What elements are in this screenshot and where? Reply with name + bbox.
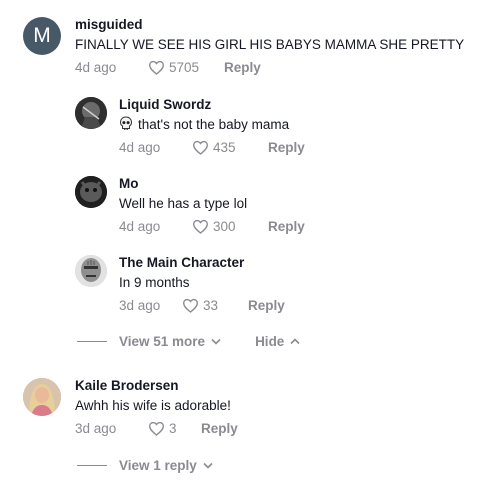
thread-controls: View 1 reply bbox=[77, 458, 213, 473]
avatar-image bbox=[23, 378, 61, 416]
heart-icon bbox=[148, 421, 165, 436]
reply-time: 3d ago bbox=[119, 297, 161, 313]
reply-button[interactable]: Reply bbox=[224, 60, 261, 75]
reply-username[interactable]: The Main Character bbox=[119, 255, 285, 271]
view-more-button[interactable]: View 51 more bbox=[119, 334, 221, 349]
view-replies-label: View 1 reply bbox=[119, 458, 197, 473]
like-button[interactable]: 435 bbox=[192, 140, 268, 155]
comment-username[interactable]: misguided bbox=[75, 17, 464, 33]
hide-label: Hide bbox=[255, 334, 285, 349]
reply-time: 4d ago bbox=[119, 218, 161, 234]
avatar[interactable] bbox=[75, 176, 107, 208]
avatar[interactable] bbox=[75, 255, 107, 287]
avatar[interactable] bbox=[75, 97, 107, 129]
heart-icon bbox=[182, 298, 199, 313]
comment-time: 3d ago bbox=[75, 420, 117, 436]
like-count: 33 bbox=[203, 297, 219, 313]
reply-meta: 4d ago 435 Reply bbox=[119, 138, 305, 156]
comment-body: Kaile Brodersen Awhh his wife is adorabl… bbox=[75, 378, 238, 437]
skull-icon bbox=[119, 116, 133, 130]
reply-body: The Main Character In 9 months 3d ago 33… bbox=[119, 255, 285, 314]
reply-button[interactable]: Reply bbox=[268, 140, 305, 155]
thread-divider bbox=[77, 341, 107, 342]
like-count: 435 bbox=[213, 139, 236, 155]
avatar-letter: M bbox=[33, 24, 51, 47]
comment-meta: 3d ago 3 Reply bbox=[75, 419, 238, 437]
comment-body: misguided FINALLY WE SEE HIS GIRL HIS BA… bbox=[75, 17, 464, 76]
reply-text-row: that's not the baby mama bbox=[119, 116, 305, 133]
reply-time: 4d ago bbox=[119, 139, 161, 155]
like-button[interactable]: 33 bbox=[182, 298, 248, 313]
avatar[interactable]: M bbox=[23, 17, 61, 55]
avatar-image bbox=[75, 97, 107, 129]
heart-icon bbox=[192, 219, 209, 234]
chevron-down-icon bbox=[211, 338, 221, 345]
reply-meta: 3d ago 33 Reply bbox=[119, 296, 285, 314]
chevron-up-icon bbox=[290, 338, 300, 345]
reply-text: In 9 months bbox=[119, 275, 190, 290]
comment-time: 4d ago bbox=[75, 59, 117, 75]
reply-text: Well he has a type lol bbox=[119, 196, 248, 211]
reply-username[interactable]: Mo bbox=[119, 176, 305, 192]
reply-button[interactable]: Reply bbox=[268, 219, 305, 234]
reply-button[interactable]: Reply bbox=[201, 421, 238, 436]
reply-button[interactable]: Reply bbox=[248, 298, 285, 313]
comment-text: Awhh his wife is adorable! bbox=[75, 398, 231, 413]
avatar-image bbox=[75, 255, 107, 287]
chevron-down-icon bbox=[203, 462, 213, 469]
avatar[interactable] bbox=[23, 378, 61, 416]
like-button[interactable]: 3 bbox=[148, 421, 201, 436]
like-button[interactable]: 5705 bbox=[148, 60, 224, 75]
like-button[interactable]: 300 bbox=[192, 219, 268, 234]
comment-username[interactable]: Kaile Brodersen bbox=[75, 378, 238, 394]
view-more-label: View 51 more bbox=[119, 334, 206, 349]
reply-body: Mo Well he has a type lol 4d ago 300 Rep… bbox=[119, 176, 305, 235]
reply-text: that's not the baby mama bbox=[138, 117, 290, 132]
like-count: 300 bbox=[213, 218, 236, 234]
reply-meta: 4d ago 300 Reply bbox=[119, 217, 305, 235]
reply-body: Liquid Swordz that's not the baby mama 4… bbox=[119, 97, 305, 156]
thread-controls: View 51 more Hide bbox=[77, 334, 300, 349]
comment-meta: 4d ago 5705 Reply bbox=[75, 58, 464, 76]
reply-username[interactable]: Liquid Swordz bbox=[119, 97, 305, 113]
thread-divider bbox=[77, 465, 107, 466]
comment-text: FINALLY WE SEE HIS GIRL HIS BABYS MAMMA … bbox=[75, 37, 465, 52]
avatar-image bbox=[75, 176, 107, 208]
heart-icon bbox=[148, 60, 165, 75]
hide-button[interactable]: Hide bbox=[255, 334, 300, 349]
like-count: 3 bbox=[169, 420, 177, 436]
like-count: 5705 bbox=[169, 59, 200, 75]
heart-icon bbox=[192, 140, 209, 155]
view-replies-button[interactable]: View 1 reply bbox=[119, 458, 213, 473]
